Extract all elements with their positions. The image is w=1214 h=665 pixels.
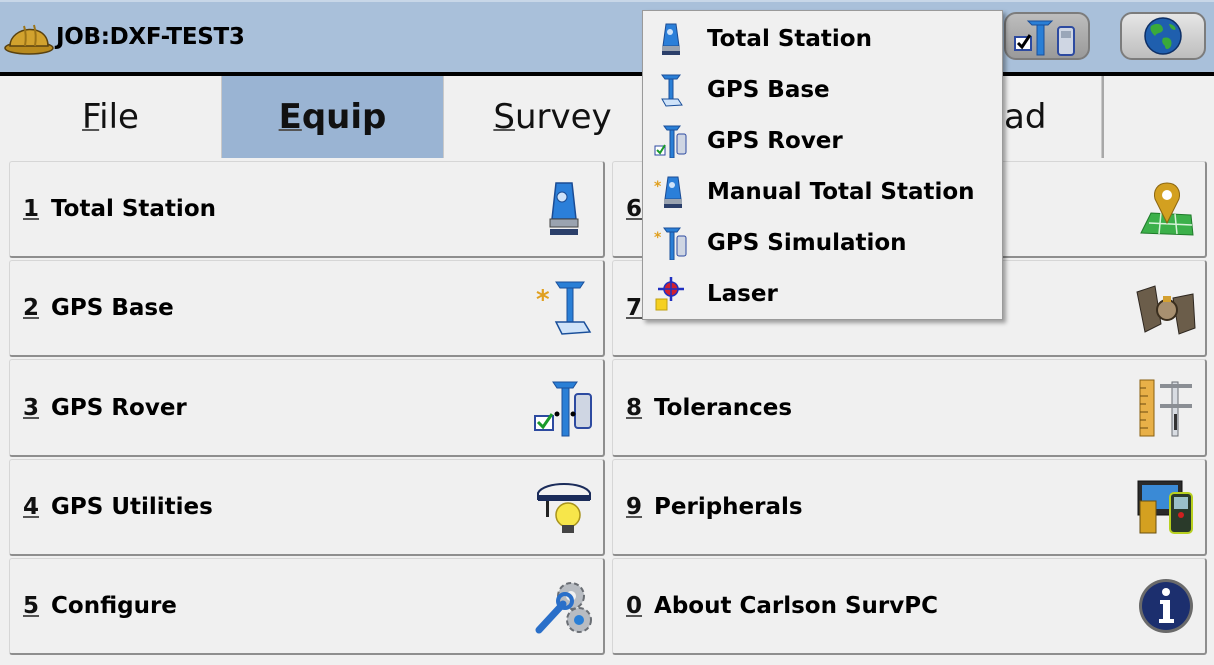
button-number: 9 [626,494,643,520]
svg-text:*: * [654,179,662,195]
title-bar: JOB:DXF-TEST3 [0,0,1214,76]
button-number: 0 [626,593,643,619]
menu-item-label: Laser [707,280,778,307]
tab-mnemonic: F [82,97,100,137]
hard-hat-icon [4,24,54,55]
menu-item-label: Manual Total Station [707,178,975,205]
job-title: JOB:DXF-TEST3 [56,24,245,50]
button-number: 1 [23,196,40,222]
gps-rover-icon [653,123,689,159]
button-number: 4 [23,494,40,520]
gps-rover-icon [1014,20,1075,56]
gps-utilities-button[interactable]: 4 GPS Utilities [9,459,605,556]
tab-survey[interactable]: Survey [444,76,662,158]
menu-item-gps-rover[interactable]: GPS Rover [643,115,1002,166]
menu-item-gps-base[interactable]: GPS Base [643,64,1002,115]
satellite-icon [1135,277,1197,339]
gps-base-icon [653,72,689,108]
info-icon [1135,575,1197,637]
button-number: 8 [626,394,643,421]
configure-icon [533,575,595,637]
menu-item-label: GPS Base [707,76,830,103]
button-number: 6 [626,196,643,222]
button-number: 5 [23,593,40,619]
peripherals-icon [1135,476,1197,538]
about-button[interactable]: 0 About Carlson SurvPC [612,558,1207,655]
menu-item-label: GPS Simulation [707,229,907,256]
tolerances-icon [1135,377,1197,439]
tab-label: Survey [493,97,612,137]
menu-item-manual-total-station[interactable]: * Manual Total Station [643,166,1002,217]
gps-simulation-icon: * [653,225,689,261]
tab-equip[interactable]: Equip [222,76,444,158]
svg-text:*: * [654,230,662,246]
button-label: GPS Base [51,295,174,321]
menu-item-laser[interactable]: Laser [643,268,1002,319]
button-label: Tolerances [654,394,793,421]
menu-item-gps-simulation[interactable]: * GPS Simulation [643,217,1002,268]
tab-file[interactable]: File [0,76,222,158]
tab-mnemonic: E [278,97,302,137]
menu-item-total-station[interactable]: Total Station [643,13,1002,64]
gps-base-icon: * [533,277,595,339]
button-number: 3 [23,394,40,421]
gps-utilities-icon [533,476,595,538]
tab-mnemonic: S [493,97,515,137]
button-number: 2 [23,295,40,321]
button-label: Peripherals [654,494,803,520]
equipment-status-button[interactable] [1004,12,1090,60]
globe-button[interactable] [1120,12,1206,60]
menu-item-label: Total Station [707,25,872,52]
tab-label: Equip [278,97,387,137]
main-tabs: File Equip Survey ad [0,74,1214,158]
manual-total-station-icon: * [653,174,689,210]
button-label: GPS Rover [51,394,187,421]
total-station-button[interactable]: 1 Total Station [9,161,605,258]
localization-icon [1135,178,1197,240]
button-label: Configure [51,593,177,619]
total-station-icon [653,21,689,57]
total-station-icon [533,178,595,240]
peripherals-button[interactable]: 9 Peripherals [612,459,1207,556]
gps-rover-button[interactable]: 3 GPS Rover [9,359,605,457]
button-label: Total Station [51,196,216,222]
laser-icon [653,276,689,312]
globe-icon [1144,17,1182,55]
menu-item-label: GPS Rover [707,127,843,154]
svg-text:*: * [536,285,550,315]
button-label: About Carlson SurvPC [654,593,938,619]
tolerances-button[interactable]: 8 Tolerances [612,359,1207,457]
tab-label: ad [1004,97,1047,137]
tab-label: File [82,97,139,137]
button-label: GPS Utilities [51,494,213,520]
gps-base-button[interactable]: 2 GPS Base * [9,260,605,357]
gps-rover-icon [533,377,595,439]
equipment-dropdown-menu: Total Station GPS Base GPS Rover * Manua… [642,10,1003,320]
button-number: 7 [626,295,643,321]
configure-button[interactable]: 5 Configure [9,558,605,655]
tab-more[interactable] [1102,76,1214,158]
